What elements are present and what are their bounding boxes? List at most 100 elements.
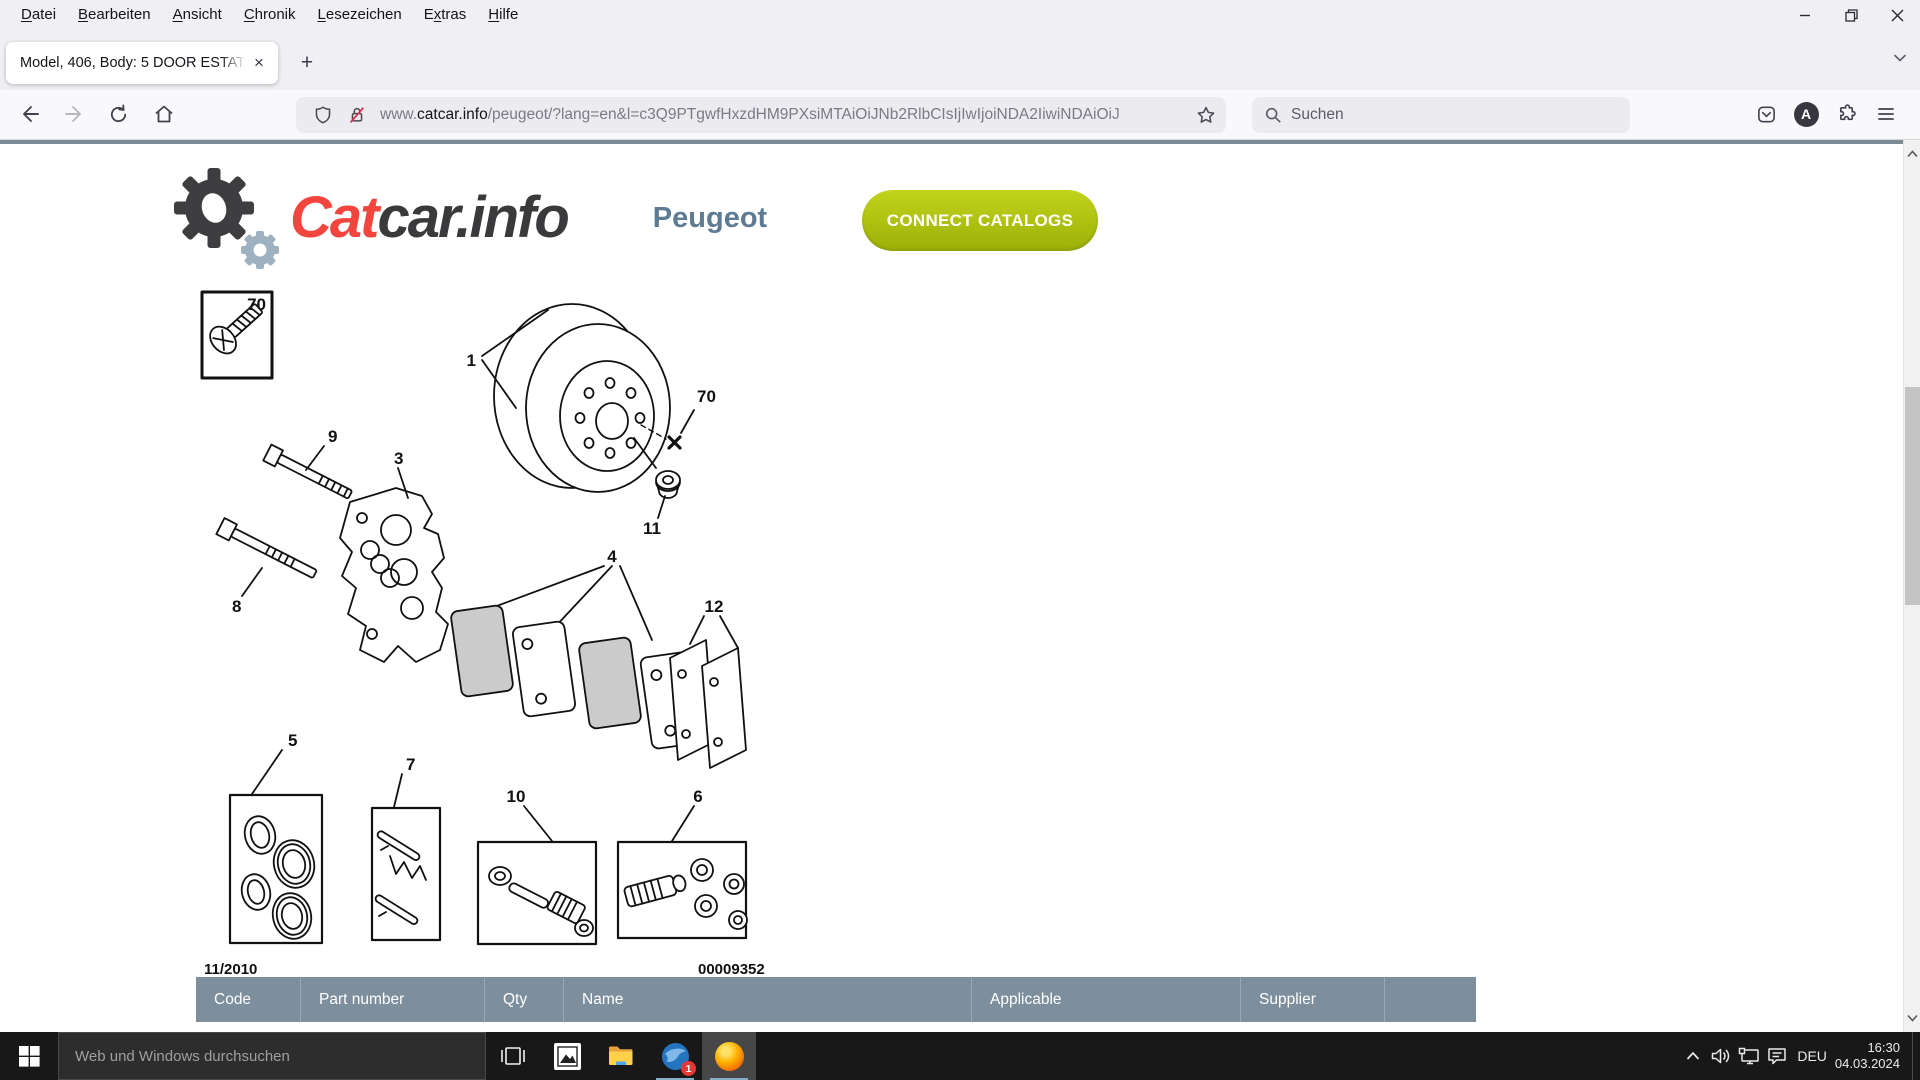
network-button[interactable] (1735, 1047, 1763, 1065)
site-header: Catcar.info Peugeot CONNECT CATALOGS (0, 144, 1903, 290)
pocket-button[interactable] (1746, 96, 1786, 132)
extensions-button[interactable] (1826, 96, 1866, 132)
tray-expand-button[interactable] (1679, 1051, 1707, 1061)
callout-4: 4 (607, 547, 617, 566)
chevron-down-icon (1892, 50, 1908, 66)
taskbar-search-input[interactable]: Web und Windows durchsuchen (58, 1032, 486, 1080)
search-input[interactable]: Suchen (1252, 97, 1630, 133)
callout-9: 9 (328, 427, 337, 446)
toolbar-right-icons: A (1746, 96, 1906, 132)
tab-list-button[interactable] (1892, 50, 1908, 66)
browser-menubar: Datei Bearbeiten Ansicht Chronik Lesezei… (0, 0, 1920, 28)
tab-close-button[interactable]: × (248, 52, 270, 74)
photos-app-button[interactable] (540, 1032, 594, 1080)
diagram-date: 11/2010 (204, 961, 257, 978)
close-icon (1891, 9, 1904, 22)
scroll-up-icon[interactable] (1904, 144, 1920, 164)
active-tab[interactable]: Model, 406, Body: 5 DOOR ESTATE / × (6, 42, 278, 84)
home-icon (153, 103, 175, 125)
insecure-lock-icon[interactable] (347, 105, 367, 125)
callout-3: 3 (394, 449, 403, 468)
app-menu-button[interactable] (1866, 96, 1906, 132)
show-desktop-button[interactable] (1913, 1032, 1920, 1080)
callout-8: 8 (232, 597, 241, 616)
search-icon (1264, 106, 1282, 124)
file-explorer-button[interactable] (594, 1032, 648, 1080)
callout-5: 5 (288, 731, 297, 750)
minimize-button[interactable] (1782, 0, 1828, 30)
part-caliper: 3 (340, 449, 448, 662)
diagram-ref-number: 00009352 (698, 961, 765, 978)
callout-6: 6 (693, 787, 702, 806)
forward-button[interactable] (56, 96, 92, 132)
task-view-icon (499, 1045, 527, 1067)
parts-diagram[interactable]: 70 1 70 (200, 290, 860, 978)
menu-item-bearbeiten[interactable]: Bearbeiten (67, 0, 162, 28)
new-tab-button[interactable]: + (292, 48, 322, 78)
col-part-number[interactable]: Part number (300, 977, 484, 1022)
col-code[interactable]: Code (196, 977, 300, 1022)
tray-clock[interactable]: 16:30 04.03.2024 (1835, 1040, 1900, 1072)
screen: Datei Bearbeiten Ansicht Chronik Lesezei… (0, 0, 1920, 1080)
col-supplier[interactable]: Supplier (1240, 977, 1384, 1022)
taskbar-search-placeholder: Web und Windows durchsuchen (75, 1048, 290, 1065)
scroll-down-icon[interactable] (1904, 1008, 1920, 1028)
scrollbar-thumb[interactable] (1905, 387, 1920, 605)
brand-peugeot[interactable]: Peugeot (630, 202, 790, 235)
part-brake-pads: 4 (450, 547, 706, 749)
start-button[interactable] (0, 1032, 58, 1080)
tray-time: 16:30 (1835, 1040, 1900, 1056)
windows-taskbar: Web und Windows durchsuchen 1 (0, 1032, 1920, 1080)
back-button[interactable] (12, 96, 48, 132)
volume-button[interactable] (1707, 1047, 1735, 1065)
catcar-logo-text[interactable]: Catcar.info (290, 184, 568, 251)
part-seal-kit: 5 (230, 731, 322, 943)
catcar-gears-logo (172, 158, 292, 278)
menu-item-chronik[interactable]: Chronik (233, 0, 307, 28)
menu-item-ansicht[interactable]: Ansicht (162, 0, 233, 28)
browser-tabbar: Model, 406, Body: 5 DOOR ESTATE / × + (0, 28, 1920, 90)
photos-icon (554, 1043, 581, 1070)
tray-date: 04.03.2024 (1835, 1056, 1900, 1072)
pocket-icon (1756, 104, 1777, 125)
speaker-icon (1711, 1047, 1731, 1065)
part-guide-kit: 10 (478, 787, 596, 944)
browser-toolbar: www.catcar.info/peugeot/?lang=en&l=c3Q9P… (0, 90, 1920, 140)
restore-button[interactable] (1828, 0, 1874, 30)
connect-catalogs-button[interactable]: CONNECT CATALOGS (862, 190, 1098, 251)
callout-70: 70 (697, 387, 716, 406)
keyboard-language[interactable]: DEU (1797, 1048, 1827, 1064)
menu-item-datei[interactable]: Datei (10, 0, 67, 28)
thunderbird-button[interactable]: 1 (648, 1032, 702, 1080)
part-thumbnail-screw: 70 (202, 292, 272, 378)
page-content: Catcar.info Peugeot CONNECT CATALOGS 70 (0, 140, 1903, 1032)
part-spring-kit: 7 (372, 755, 440, 940)
home-button[interactable] (146, 96, 182, 132)
task-view-button[interactable] (486, 1032, 540, 1080)
menu-item-lesezeichen[interactable]: Lesezeichen (307, 0, 413, 28)
search-placeholder: Suchen (1291, 106, 1344, 124)
tracking-shield-icon[interactable] (313, 105, 333, 125)
minimize-icon (1799, 9, 1811, 21)
parts-table-header: Code Part number Qty Name Applicable Sup… (196, 977, 1476, 1022)
system-tray: DEU 16:30 04.03.2024 (1679, 1032, 1920, 1080)
callout-1: 1 (467, 351, 476, 370)
extensions-puzzle-icon (1836, 104, 1857, 125)
hamburger-icon (1876, 104, 1896, 124)
account-button[interactable]: A (1786, 96, 1826, 132)
menu-item-extras[interactable]: Extras (413, 0, 478, 28)
url-text[interactable]: www.catcar.info/peugeot/?lang=en&l=c3Q9P… (380, 106, 1190, 124)
col-qty[interactable]: Qty (484, 977, 563, 1022)
file-explorer-icon (607, 1044, 635, 1068)
action-center-button[interactable] (1763, 1047, 1791, 1065)
url-bar[interactable]: www.catcar.info/peugeot/?lang=en&l=c3Q9P… (296, 97, 1226, 133)
col-applicable[interactable]: Applicable (971, 977, 1240, 1022)
page-scrollbar[interactable] (1903, 140, 1920, 1032)
close-button[interactable] (1874, 0, 1920, 30)
reload-button[interactable] (100, 96, 136, 132)
avatar: A (1794, 102, 1819, 127)
menu-item-hilfe[interactable]: Hilfe (477, 0, 529, 28)
bookmark-star-icon[interactable] (1196, 105, 1216, 125)
col-name[interactable]: Name (563, 977, 971, 1022)
firefox-button[interactable] (702, 1032, 756, 1080)
